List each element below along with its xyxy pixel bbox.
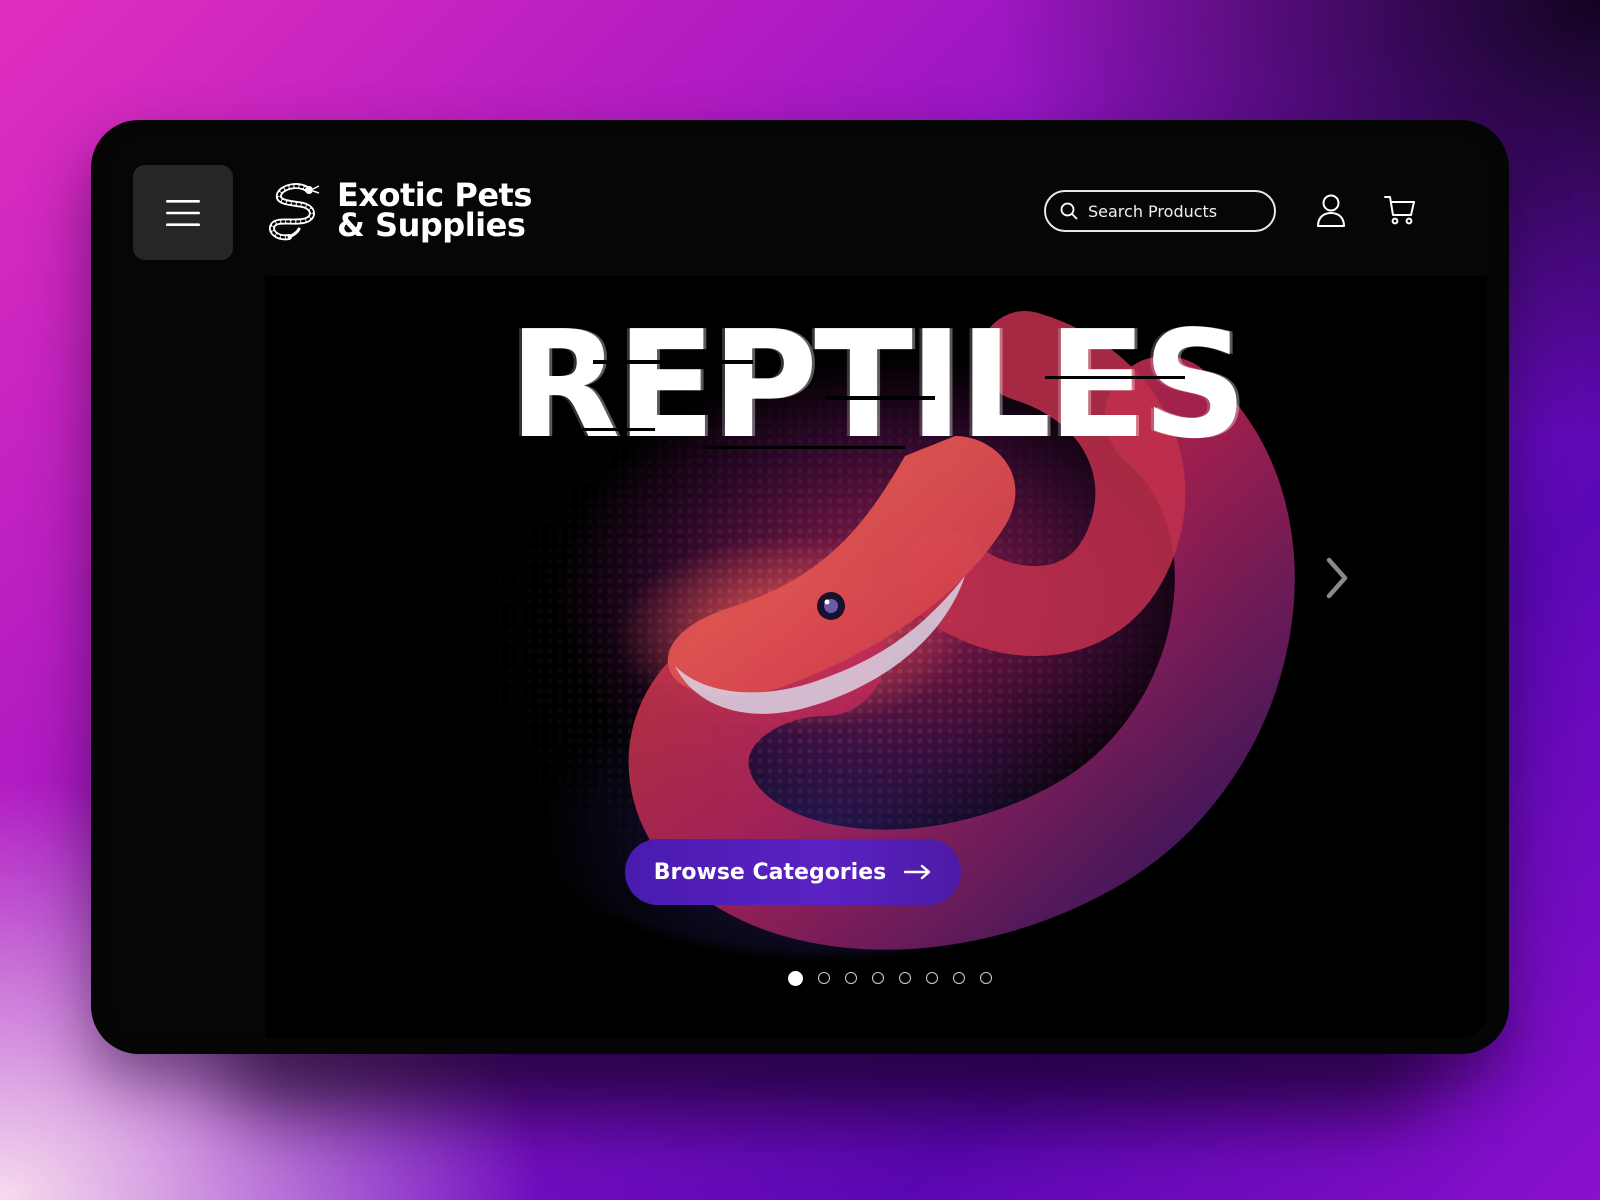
user-icon[interactable] <box>1316 193 1346 229</box>
menu-button[interactable] <box>133 165 233 260</box>
brand-line-2: & Supplies <box>337 206 526 244</box>
search-input[interactable] <box>1086 200 1270 222</box>
carousel-dot-1[interactable] <box>788 971 803 986</box>
carousel-dot-7[interactable] <box>953 972 965 984</box>
device-frame: Exotic Pets & Supplies Search Products R… <box>91 120 1509 1054</box>
carousel-dot-2[interactable] <box>818 972 830 984</box>
glitch-line <box>565 428 655 431</box>
glitch-line <box>825 396 935 400</box>
glitch-line <box>1045 376 1185 379</box>
search-icon <box>1060 202 1078 220</box>
screen: Exotic Pets & Supplies Search Products R… <box>113 136 1487 1038</box>
carousel-pagination <box>265 971 1487 986</box>
carousel-next-button[interactable] <box>1317 548 1357 608</box>
carousel-dot-6[interactable] <box>926 972 938 984</box>
glitch-line <box>705 446 905 449</box>
site-header: Exotic Pets & Supplies <box>113 136 1487 276</box>
hero-carousel: REPTILES Browse Categories <box>265 276 1487 1038</box>
side-strip <box>113 276 265 1038</box>
carousel-dot-5[interactable] <box>899 972 911 984</box>
arrow-right-icon <box>904 864 931 880</box>
carousel-dot-8[interactable] <box>980 972 992 984</box>
cta-label: Browse Categories <box>653 859 887 885</box>
browse-categories-button[interactable]: Browse Categories <box>625 839 961 905</box>
brand-name[interactable]: Exotic Pets & Supplies <box>337 179 532 244</box>
carousel-dot-3[interactable] <box>845 972 857 984</box>
search-box[interactable] <box>1044 190 1276 232</box>
snake-logo-icon <box>269 183 320 241</box>
carousel-dot-4[interactable] <box>872 972 884 984</box>
glitch-line <box>593 360 753 364</box>
hero-title: REPTILES <box>508 299 1247 471</box>
cart-icon[interactable] <box>1383 193 1417 227</box>
hamburger-menu-icon <box>166 199 200 226</box>
chevron-right-icon <box>1326 557 1348 599</box>
